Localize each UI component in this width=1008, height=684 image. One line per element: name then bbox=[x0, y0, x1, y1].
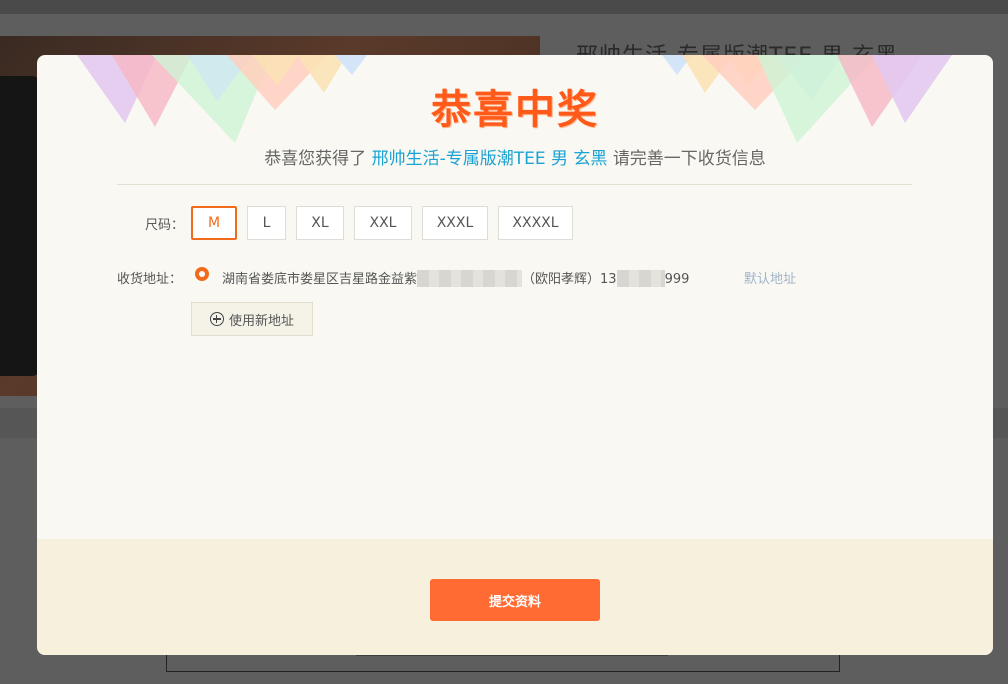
background-top-bar bbox=[0, 0, 1008, 14]
default-address-tag: 默认地址 bbox=[744, 272, 797, 287]
modal-subtitle: 恭喜您获得了 邢帅生活-专属版潮TEE 男 玄黑 请完善一下收货信息 bbox=[37, 144, 993, 169]
size-option-xxl[interactable]: XXL bbox=[354, 206, 412, 240]
use-new-address-label: 使用新地址 bbox=[228, 313, 294, 329]
size-option-xxxl[interactable]: XXXL bbox=[422, 206, 488, 240]
phone-redacted-block bbox=[616, 269, 665, 287]
size-option-xl[interactable]: XL bbox=[296, 206, 344, 240]
address-label: 收货地址： bbox=[117, 272, 183, 287]
size-option-m[interactable]: M bbox=[191, 206, 237, 240]
address-radio-selected[interactable] bbox=[195, 267, 209, 281]
background-photo-detail bbox=[0, 76, 40, 376]
subtitle-prefix: 恭喜您获得了 bbox=[264, 149, 367, 169]
modal-title: 恭喜中奖 bbox=[431, 87, 599, 133]
size-label: 尺码： bbox=[145, 218, 185, 233]
product-name: 邢帅生活-专属版潮TEE 男 玄黑 bbox=[371, 149, 608, 169]
subtitle-suffix: 请完善一下收货信息 bbox=[612, 149, 766, 169]
use-new-address-button[interactable]: 使用新地址 bbox=[191, 302, 313, 336]
address-text-mid: （欧阳孝辉）13 bbox=[522, 272, 617, 287]
plus-circle-icon bbox=[209, 312, 224, 326]
submit-button[interactable]: 提交资料 bbox=[430, 579, 600, 621]
modal-footer: 提交资料 bbox=[37, 539, 993, 655]
address-text-start: 湖南省娄底市娄星区吉星路金益紫 bbox=[222, 272, 418, 287]
address-text-end: 999 bbox=[664, 272, 690, 287]
prize-modal: 恭喜中奖 恭喜您获得了 邢帅生活-专属版潮TEE 男 玄黑 请完善一下收货信息 … bbox=[37, 55, 993, 655]
size-option-xxxxl[interactable]: XXXXL bbox=[498, 206, 573, 240]
divider bbox=[117, 184, 912, 185]
address-text[interactable]: 湖南省娄底市娄星区吉星路金益紫 （欧阳孝辉）13 999 bbox=[222, 268, 689, 287]
size-option-l[interactable]: L bbox=[247, 206, 286, 240]
address-redacted-block bbox=[417, 269, 523, 287]
